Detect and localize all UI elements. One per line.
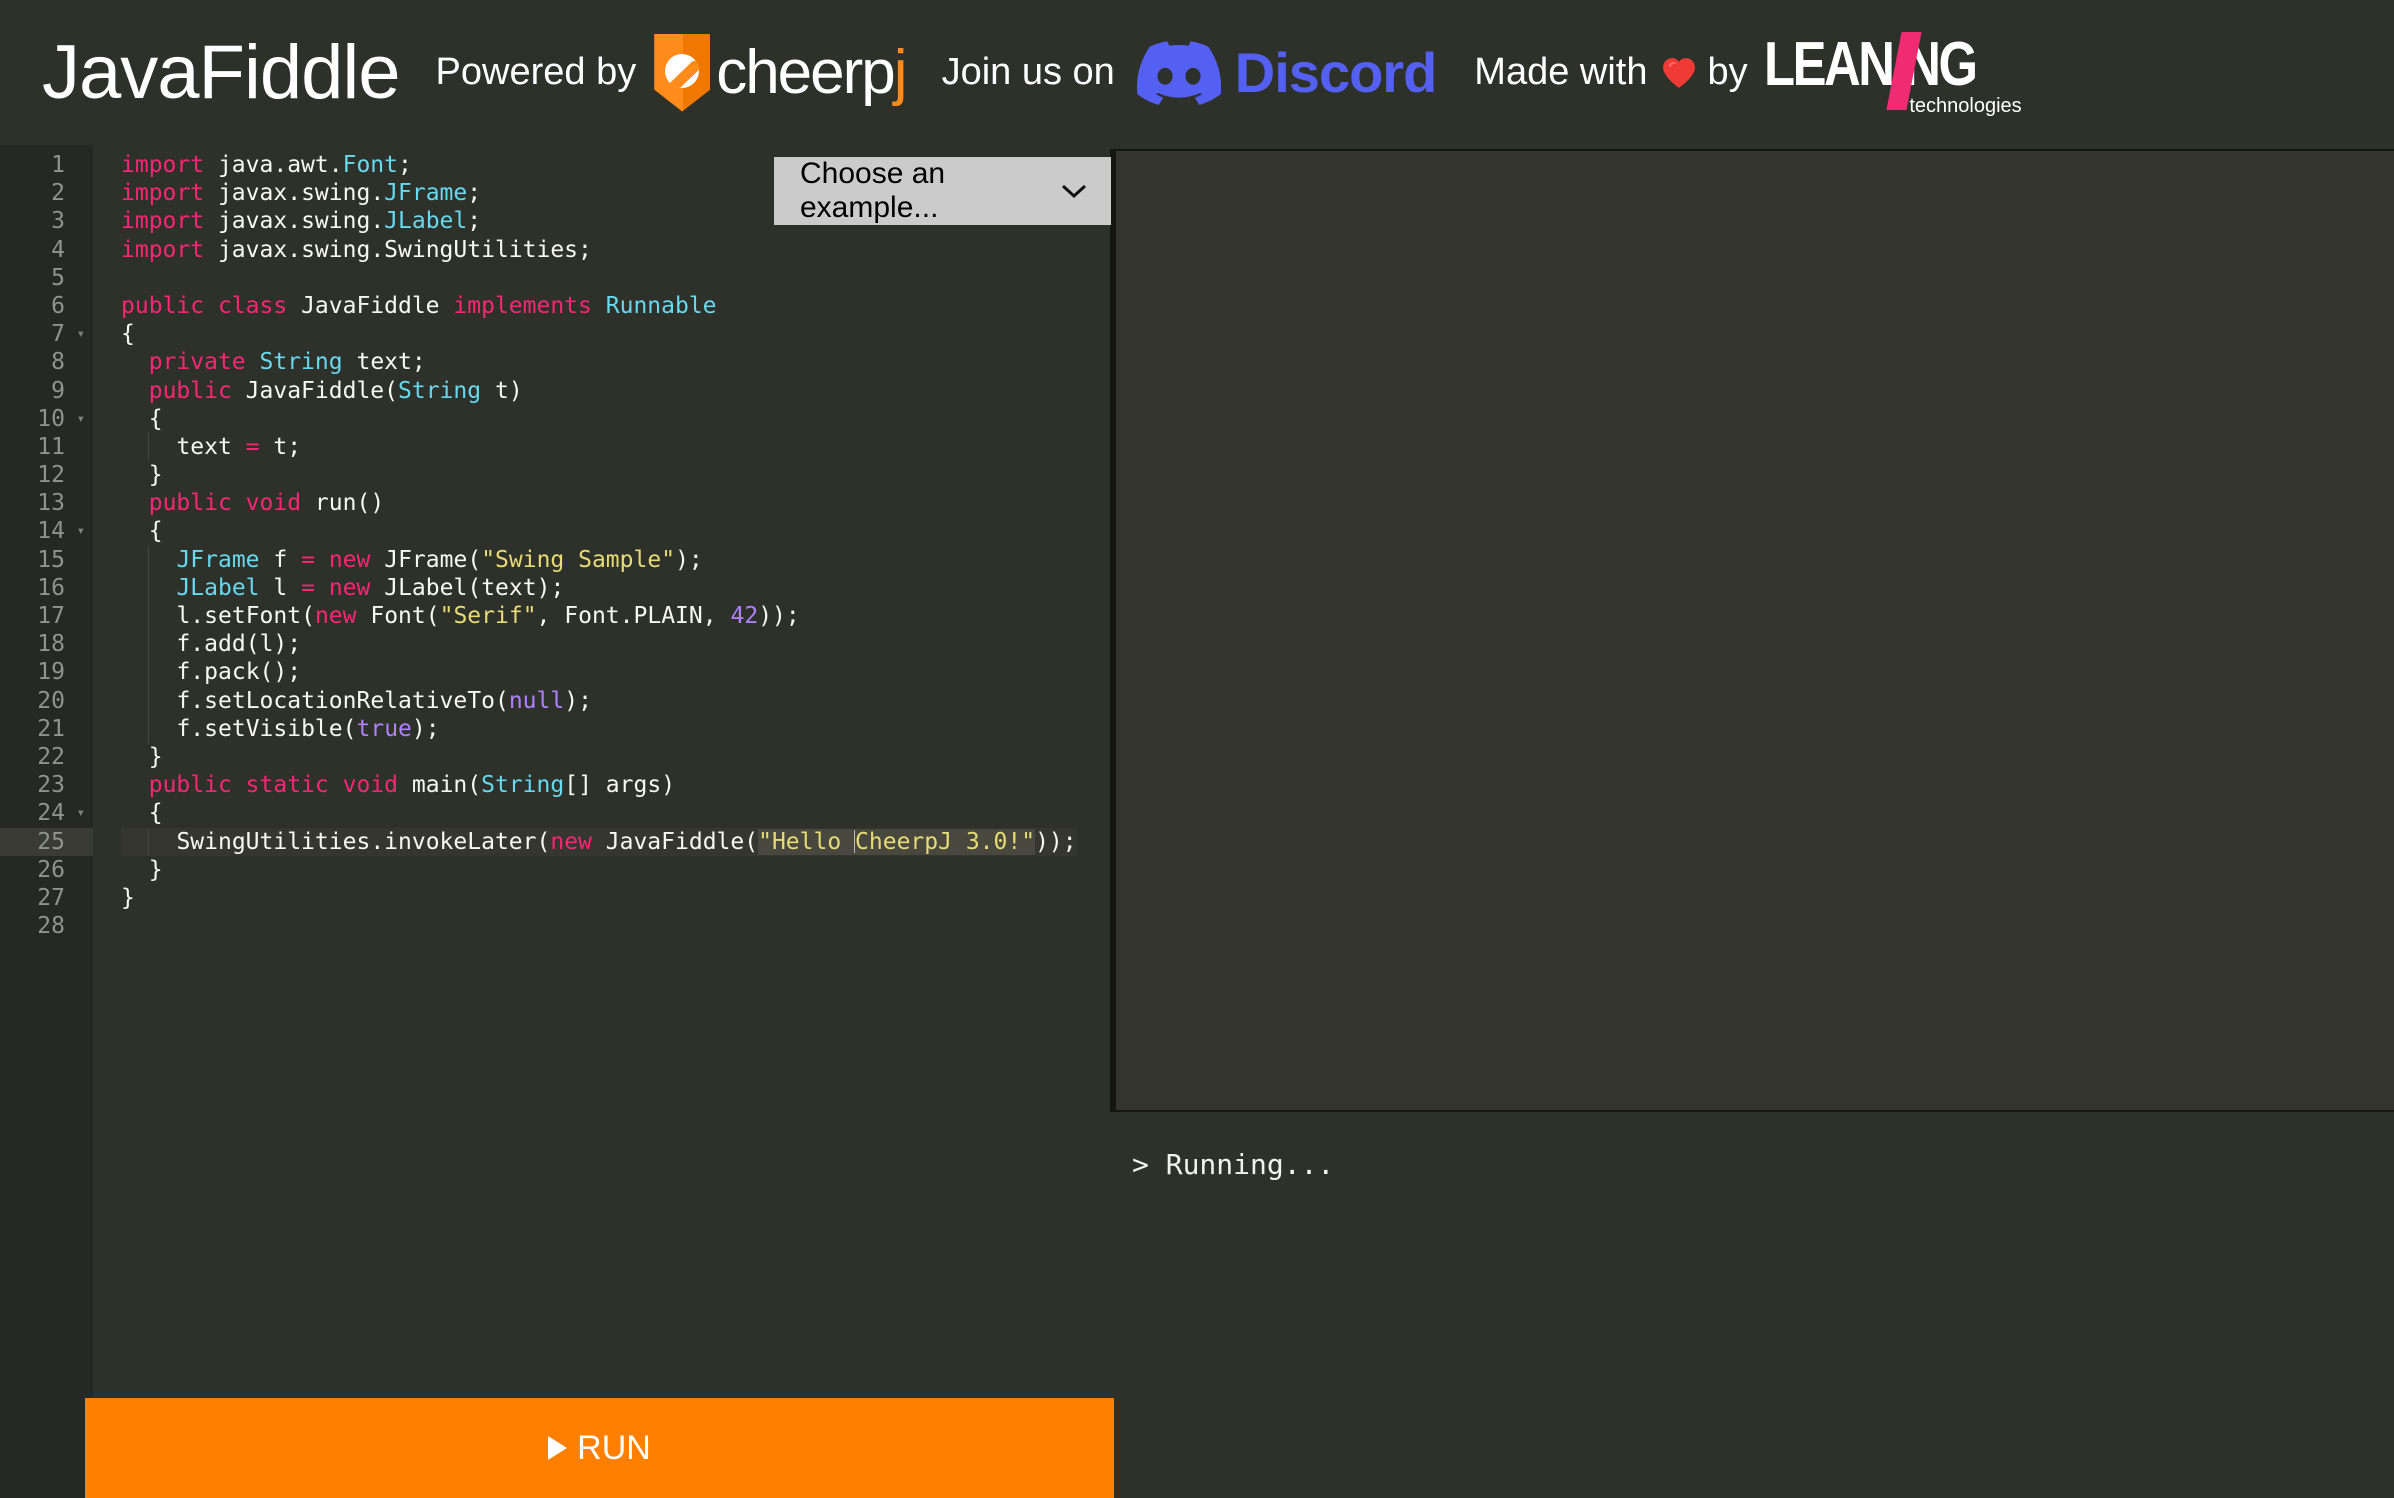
code-line[interactable]	[121, 264, 1077, 292]
line-number: 25	[0, 828, 93, 856]
line-numbers: 1234567▾8910▾11121314▾151617181920212223…	[0, 151, 93, 940]
run-button[interactable]: RUN	[85, 1398, 1114, 1498]
code-editor-pane[interactable]: 1234567▾8910▾11121314▾151617181920212223…	[0, 145, 1114, 1498]
indent-guide	[148, 687, 149, 715]
line-number: 23	[0, 771, 93, 799]
line-number: 14▾	[0, 517, 93, 545]
discord-wordmark: Discord	[1235, 45, 1437, 101]
leaning-wordmark: LEAN NG	[1764, 34, 1976, 96]
app-display-pane[interactable]: Swing Sample ✖ Hello CheerpJ 3.0!	[1114, 149, 2394, 1112]
line-number: 6	[0, 292, 93, 320]
run-button-label: RUN	[548, 1429, 651, 1468]
indent-guide	[148, 658, 149, 686]
code-line[interactable]: text = t;	[121, 433, 1077, 461]
line-number: 24▾	[0, 799, 93, 827]
cheerpj-wordmark-text: cheerp	[716, 38, 894, 107]
code-line[interactable]	[121, 912, 1077, 940]
indent-guide	[148, 828, 149, 856]
code-line[interactable]: l.setFont(new Font("Serif", Font.PLAIN, …	[121, 602, 1077, 630]
line-number: 21	[0, 715, 93, 743]
chevron-down-icon	[1061, 183, 1087, 199]
code-line[interactable]: public class JavaFiddle implements Runna…	[121, 292, 1077, 320]
fold-arrow-icon[interactable]: ▾	[77, 517, 85, 545]
code-line[interactable]: }	[121, 461, 1077, 489]
code-line[interactable]: {	[121, 320, 1077, 348]
indent-guide	[148, 433, 149, 461]
line-number: 10▾	[0, 405, 93, 433]
code-line[interactable]: SwingUtilities.invokeLater(new JavaFiddl…	[121, 828, 1077, 856]
discord-logo[interactable]: Discord	[1137, 41, 1437, 105]
code-line[interactable]: f.pack();	[121, 658, 1077, 686]
leaning-technologies-logo[interactable]: LEAN NG technologies	[1764, 30, 2024, 116]
discord-mark-icon	[1137, 41, 1221, 105]
indent-guide	[148, 546, 149, 574]
line-number: 3	[0, 207, 93, 235]
powered-by-label: Powered by	[436, 51, 637, 94]
code-line[interactable]: {	[121, 799, 1077, 827]
line-number: 28	[0, 912, 93, 940]
cheerpj-logo[interactable]: cheerpj	[654, 34, 905, 112]
code-line[interactable]: public JavaFiddle(String t)	[121, 377, 1077, 405]
run-button-text: RUN	[577, 1429, 651, 1468]
leaning-subtitle: technologies	[1909, 95, 2021, 118]
code-line[interactable]: import javax.swing.SwingUtilities;	[121, 236, 1077, 264]
cheerpj-wordmark-j: j	[894, 38, 906, 107]
code-line[interactable]: JFrame f = new JFrame("Swing Sample");	[121, 546, 1077, 574]
fold-arrow-icon[interactable]: ▾	[77, 405, 85, 433]
app-header: JavaFiddle Powered by cheerpj Join us on…	[0, 0, 2394, 145]
console-pane: > Running...	[1114, 1114, 2394, 1498]
code-line[interactable]: f.setLocationRelativeTo(null);	[121, 687, 1077, 715]
line-number: 2	[0, 179, 93, 207]
code-line[interactable]: public static void main(String[] args)	[121, 771, 1077, 799]
line-number: 27	[0, 884, 93, 912]
cheerpj-shield-icon	[654, 34, 710, 112]
indent-guide	[148, 574, 149, 602]
code-area[interactable]: import java.awt.Font;import javax.swing.…	[93, 145, 1114, 1498]
code-line[interactable]: JLabel l = new JLabel(text);	[121, 574, 1077, 602]
line-number: 1	[0, 151, 93, 179]
indent-guide	[148, 630, 149, 658]
code-line[interactable]: public void run()	[121, 489, 1077, 517]
line-number: 4	[0, 236, 93, 264]
line-number: 18	[0, 630, 93, 658]
code-line[interactable]: f.setVisible(true);	[121, 715, 1077, 743]
heart-icon	[1662, 57, 1696, 89]
indent-guide	[148, 715, 149, 743]
line-number: 5	[0, 264, 93, 292]
made-with-label: Made with	[1474, 51, 1647, 94]
line-number: 22	[0, 743, 93, 771]
line-number: 16	[0, 574, 93, 602]
line-number: 9	[0, 377, 93, 405]
page-title: JavaFiddle	[42, 35, 400, 111]
fold-arrow-icon[interactable]: ▾	[77, 320, 85, 348]
code-line[interactable]: }	[121, 884, 1077, 912]
line-number: 19	[0, 658, 93, 686]
code-line[interactable]: {	[121, 405, 1077, 433]
cheerpj-wordmark: cheerpj	[716, 42, 905, 104]
code-line[interactable]: private String text;	[121, 348, 1077, 376]
line-number: 13	[0, 489, 93, 517]
code-line[interactable]: }	[121, 743, 1077, 771]
code-line[interactable]: f.add(l);	[121, 630, 1077, 658]
code-line[interactable]: {	[121, 517, 1077, 545]
line-number: 8	[0, 348, 93, 376]
line-number: 15	[0, 546, 93, 574]
cheerpj-bean-icon	[665, 54, 699, 88]
line-number: 11	[0, 433, 93, 461]
by-label: by	[1708, 51, 1748, 94]
fold-arrow-icon[interactable]: ▾	[77, 799, 85, 827]
line-number: 26	[0, 856, 93, 884]
console-line: > Running...	[1132, 1148, 2394, 1181]
code-line[interactable]: }	[121, 856, 1077, 884]
example-select-value: Choose an example...	[800, 157, 1061, 225]
line-number: 12	[0, 461, 93, 489]
line-number: 7▾	[0, 320, 93, 348]
indent-guide	[148, 602, 149, 630]
play-icon	[548, 1436, 567, 1460]
code-lines[interactable]: import java.awt.Font;import javax.swing.…	[121, 151, 1077, 940]
line-number: 20	[0, 687, 93, 715]
example-select[interactable]: Choose an example...	[774, 157, 1111, 225]
line-number: 17	[0, 602, 93, 630]
join-us-label: Join us on	[942, 51, 1115, 94]
